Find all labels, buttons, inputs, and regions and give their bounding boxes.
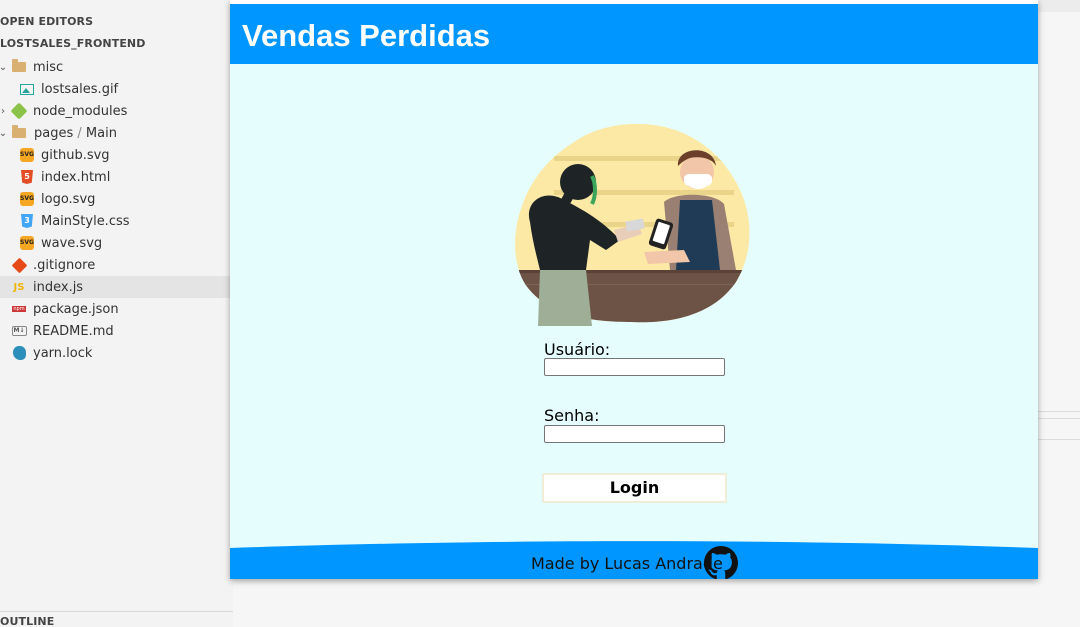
tree-item-label: node_modules bbox=[33, 103, 128, 119]
app-title: Vendas Perdidas bbox=[242, 18, 491, 53]
tree-item-misc[interactable]: ⌄ misc bbox=[0, 56, 233, 78]
editor-divider bbox=[1038, 411, 1080, 412]
tree-item-label: github.svg bbox=[41, 147, 110, 163]
username-label: Usuário: bbox=[544, 340, 611, 359]
password-label: Senha: bbox=[544, 406, 600, 425]
chevron-right-icon: › bbox=[1, 105, 5, 117]
svg-icon: SVG bbox=[19, 191, 35, 207]
outline-header[interactable]: OUTLINE bbox=[0, 612, 55, 627]
editor-divider bbox=[1038, 439, 1080, 440]
app-preview-window: Vendas Perdidas Usuário: Senha: Login Ma… bbox=[230, 0, 1038, 579]
tree-item-pages-main[interactable]: ⌄ pages / Main bbox=[0, 122, 233, 144]
markdown-icon: M↓ bbox=[11, 326, 27, 336]
tree-item-label: .gitignore bbox=[33, 257, 96, 273]
node-folder-icon bbox=[10, 102, 28, 120]
tree-item-label: misc bbox=[33, 59, 64, 75]
html-icon: 5 bbox=[19, 169, 35, 185]
tree-item-label: README.md bbox=[33, 323, 114, 339]
image-icon bbox=[19, 81, 35, 97]
github-icon[interactable] bbox=[704, 546, 738, 579]
tree-item-yarn-lock[interactable]: yarn.lock bbox=[0, 342, 233, 364]
svg-icon: SVG bbox=[19, 235, 35, 251]
sales-illustration bbox=[515, 123, 750, 326]
open-editors-header[interactable]: OPEN EDITORS bbox=[0, 11, 93, 33]
tree-item-label: logo.svg bbox=[41, 191, 96, 207]
chevron-down-icon: ⌄ bbox=[0, 61, 8, 73]
folder-icon bbox=[11, 59, 27, 75]
tree-item-label: pages / Main bbox=[34, 125, 117, 141]
tree-item-node-modules[interactable]: › node_modules bbox=[0, 100, 233, 122]
js-icon: JS bbox=[13, 281, 25, 293]
project-folder-header[interactable]: LOSTSALES_FRONTEND bbox=[0, 33, 145, 55]
footer-credit: Made by Lucas Andrade bbox=[531, 554, 723, 573]
explorer-sidebar: OPEN EDITORS LOSTSALES_FRONTEND ⌄ misc l… bbox=[0, 0, 233, 627]
tree-item-index-js[interactable]: JS index.js bbox=[0, 276, 233, 298]
login-button[interactable]: Login bbox=[542, 473, 727, 503]
folder-icon bbox=[11, 125, 27, 141]
tree-item-logo-svg[interactable]: SVG logo.svg bbox=[0, 188, 233, 210]
tree-item-label: index.js bbox=[33, 279, 84, 295]
chevron-down-icon: ⌄ bbox=[0, 127, 8, 139]
tree-item-lostsales-gif[interactable]: lostsales.gif bbox=[0, 78, 233, 100]
app-header: Vendas Perdidas bbox=[230, 4, 1038, 64]
tree-item-mainstyle-css[interactable]: 3 MainStyle.css bbox=[0, 210, 233, 232]
tree-item-gitignore[interactable]: .gitignore bbox=[0, 254, 233, 276]
tree-item-github-svg[interactable]: SVG github.svg bbox=[0, 144, 233, 166]
tree-item-index-html[interactable]: 5 index.html bbox=[0, 166, 233, 188]
tree-item-label: index.html bbox=[41, 169, 111, 185]
svg-icon: SVG bbox=[19, 147, 35, 163]
git-icon bbox=[11, 257, 27, 273]
editor-divider bbox=[1038, 418, 1080, 419]
css-icon: 3 bbox=[19, 213, 35, 229]
npm-icon: npm bbox=[12, 306, 26, 312]
tree-item-label: wave.svg bbox=[41, 235, 103, 251]
username-input[interactable] bbox=[544, 358, 725, 376]
tree-item-wave-svg[interactable]: SVG wave.svg bbox=[0, 232, 233, 254]
yarn-icon bbox=[11, 345, 27, 361]
tree-item-package-json[interactable]: npm package.json bbox=[0, 298, 233, 320]
tree-item-readme-md[interactable]: M↓ README.md bbox=[0, 320, 233, 342]
tree-item-label: lostsales.gif bbox=[41, 81, 119, 97]
tree-item-label: package.json bbox=[33, 301, 119, 317]
password-input[interactable] bbox=[544, 425, 725, 443]
tree-item-label: yarn.lock bbox=[33, 345, 93, 361]
tree-item-label: MainStyle.css bbox=[41, 213, 130, 229]
